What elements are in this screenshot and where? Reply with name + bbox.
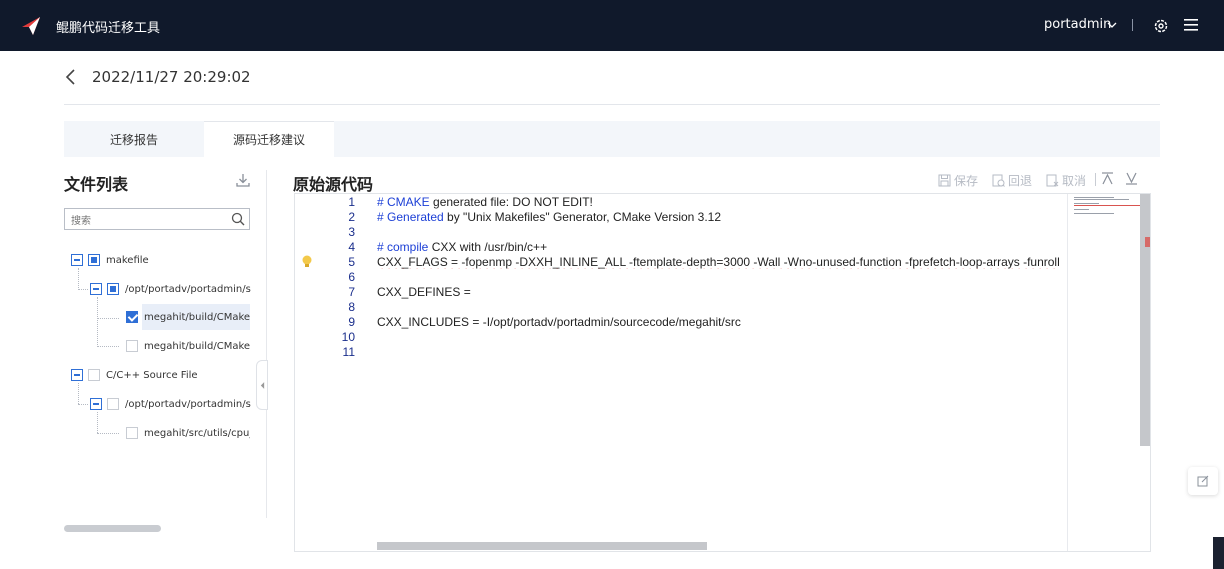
tree-item-label: /opt/portadv/portadmin/sourcecode/megahi… [125,283,251,295]
code-line: CXX_INCLUDES = -I/opt/portadv/portadmin/… [377,315,741,329]
tree-item[interactable]: C/C++ Source File [71,365,251,385]
tree-connector [78,404,88,405]
chevron-left-icon [260,381,264,389]
save-icon [938,174,951,187]
corner-widget [1213,537,1224,569]
cancel-icon [1046,174,1059,187]
horizontal-scrollbar[interactable] [64,525,161,532]
line-number: 4 [348,240,355,254]
tree-connector [97,318,119,319]
collapse-toggle-icon[interactable] [90,283,102,295]
search-icon[interactable] [231,212,245,226]
code-line-warning: CXX_FLAGS = -fopenmp -DXXH_INLINE_ALL -f… [377,255,1060,269]
line-number: 10 [341,330,355,344]
top-bar: 鲲鹏代码迁移工具 portadmin [0,0,1224,51]
tree-item-label: megahit/build/CMakeFiles/megahit_core.di… [144,340,250,352]
checkbox[interactable] [107,398,119,410]
checkbox[interactable] [126,340,138,352]
checkbox[interactable] [126,427,138,439]
panel-splitter[interactable] [266,170,267,518]
user-menu[interactable]: portadmin [1044,17,1111,32]
line-number: 3 [348,225,355,239]
line-number: 2 [348,210,355,224]
line-number: 8 [348,300,355,314]
horizontal-scrollbar[interactable] [377,542,707,550]
code-editor[interactable]: 1 2 3 4 5 6 7 8 9 10 11 # CMAKE generate… [294,193,1151,552]
chevron-down-icon[interactable] [1107,20,1117,30]
tab-source-migration-advice[interactable]: 源码迁移建议 [204,121,334,157]
tree-item-label: megahit/src/utils/cpu_dispatch.h [144,427,250,439]
checkbox[interactable] [107,283,119,295]
collapse-panel-button[interactable] [256,360,268,410]
rollback-button[interactable]: 回退 [992,172,1032,189]
tree-item-label: makefile [106,254,149,266]
tree-connector [78,268,79,290]
vertical-scrollbar[interactable] [1140,194,1150,446]
tree-connector [97,297,98,347]
tree-item[interactable]: makefile [71,250,251,270]
menu-icon[interactable] [1184,19,1198,31]
search-input[interactable] [65,211,215,232]
checkbox[interactable] [88,369,100,381]
code-line: # compile CXX with /usr/bin/c++ [377,240,548,254]
line-number: 7 [348,285,355,299]
minimap[interactable] [1067,194,1144,551]
line-number: 11 [342,345,355,359]
cancel-button[interactable]: 取消 [1046,172,1086,189]
tree-item-label: megahit/build/CMakeFiles/megahit_core_no… [144,311,250,323]
gear-icon[interactable] [1153,18,1169,34]
feedback-button[interactable] [1188,467,1218,495]
tree-item[interactable]: /opt/portadv/portadmin/sourcecode/megahi… [90,394,251,414]
lightbulb-icon[interactable] [301,255,313,269]
tree-item[interactable]: megahit/src/utils/cpu_dispatch.h [126,423,250,443]
logo-icon [22,17,40,35]
app-title: 鲲鹏代码迁移工具 [56,21,161,36]
tree-item[interactable]: megahit/build/CMakeFiles/megahit_core_no… [126,307,250,327]
tree-connector [78,383,79,404]
collapse-toggle-icon[interactable] [90,398,102,410]
back-arrow-icon[interactable] [64,67,78,87]
tree-item-label: /opt/portadv/portadmin/sourcecode/megahi… [125,398,251,410]
line-number: 6 [348,270,355,284]
source-code-title: 原始源代码 [293,175,374,194]
tree-connector [97,433,119,434]
collapse-toggle-icon[interactable] [71,254,83,266]
collapse-toggle-icon[interactable] [71,369,83,381]
checkbox[interactable] [88,254,100,266]
divider [1132,19,1133,31]
code-line: # Generated by "Unix Makefiles" Generato… [377,210,722,224]
tab-bar: 迁移报告 源码迁移建议 [64,121,1160,157]
toolbar-divider [1095,173,1096,186]
edit-icon [1197,475,1209,487]
tree-item[interactable]: megahit/build/CMakeFiles/megahit_core.di… [126,336,250,356]
download-icon[interactable] [235,172,251,188]
tree-item[interactable]: /opt/portadv/portadmin/sourcecode/megahi… [90,279,251,299]
divider [64,104,1160,105]
code-line: # CMAKE generated file: DO NOT EDIT! [377,195,593,209]
line-number: 1 [348,195,355,209]
save-button[interactable]: 保存 [938,172,978,189]
scroll-bottom-icon[interactable] [1125,172,1138,185]
tree-item-label: C/C++ Source File [106,369,198,381]
tree-connector [97,412,98,433]
checkbox[interactable] [126,311,138,323]
rollback-icon [992,174,1005,187]
file-list-title: 文件列表 [64,175,129,194]
page-title: 2022/11/27 20:29:02 [92,68,251,86]
search-field[interactable] [64,208,250,232]
tab-migration-report[interactable]: 迁移报告 [64,121,204,157]
scrollbar-warning-marker [1145,237,1150,247]
scroll-top-icon[interactable] [1101,172,1114,185]
tree-connector [97,346,119,347]
tree-connector [78,289,88,290]
code-line: CXX_DEFINES = [377,285,471,299]
line-number: 9 [348,315,355,329]
